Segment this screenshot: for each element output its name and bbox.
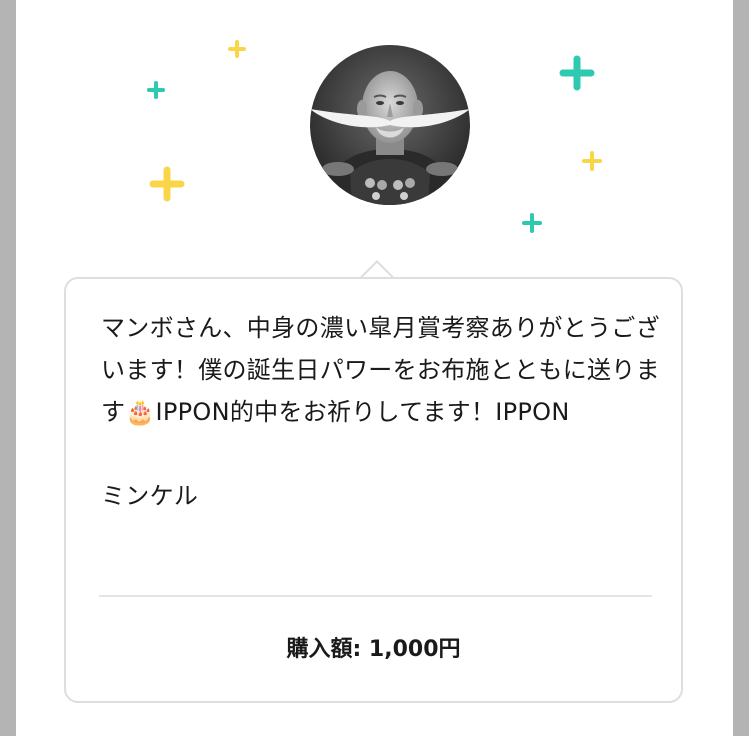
- sparkle-plus-icon: [582, 151, 602, 171]
- avatar: [310, 45, 470, 205]
- purchase-amount: 購入額: 1,000円: [286, 637, 461, 662]
- sparkle-plus-icon: [522, 213, 542, 233]
- sparkle-plus-icon: [559, 55, 595, 91]
- sparkle-plus-icon: [149, 166, 185, 202]
- message-text: マンボさん、中身の濃い皐月賞考察ありがとうございます！僕の誕生日パワーをお布施と…: [101, 314, 660, 510]
- message-bubble: マンボさん、中身の濃い皐月賞考察ありがとうございます！僕の誕生日パワーをお布施と…: [64, 277, 683, 703]
- avatar-icon: [310, 45, 470, 205]
- sparkle-plus-icon: [147, 81, 165, 99]
- sparkle-plus-icon: [228, 40, 246, 58]
- divider: [99, 595, 652, 597]
- gift-card: マンボさん、中身の濃い皐月賞考察ありがとうございます！僕の誕生日パワーをお布施と…: [16, 0, 733, 736]
